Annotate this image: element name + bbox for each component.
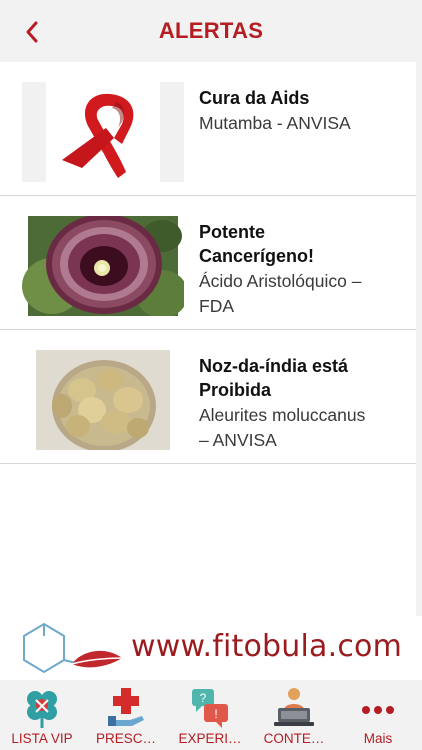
alert-source-line: Ácido Aristolóquico – [199, 271, 362, 291]
tab-label: CONTE… [263, 731, 325, 746]
alert-source-line: Aleurites moluccanus [199, 405, 366, 425]
alert-source-line: FDA [199, 296, 234, 316]
tab-label: PRESC… [95, 731, 156, 746]
fitobula-logo-icon [23, 622, 123, 674]
tab-bar: LISTA VIP PRESC… ? ! EXPERI… CONTE… Mais [0, 680, 422, 750]
alert-source-line: – ANVISA [199, 430, 277, 450]
svg-text:!: ! [214, 707, 217, 721]
laptop-user-icon [274, 688, 314, 726]
alert-item-carcinogen[interactable]: Potente Cancerígeno! Ácido Aristolóquico… [0, 196, 416, 330]
nuts-jar-image [22, 350, 184, 450]
tab-conteudo[interactable]: CONTE… [252, 680, 336, 750]
tab-label: LISTA VIP [11, 731, 73, 746]
alert-source: Mutamba - ANVISA [199, 113, 351, 133]
alerts-list: Cura da Aids Mutamba - ANVISA Potente Ca… [0, 62, 416, 616]
page-title: ALERTAS [158, 18, 264, 43]
chat-bubbles-icon: ? ! [192, 689, 228, 728]
prescription-icon [108, 688, 144, 726]
alert-title: Potente Cancerígeno! [199, 220, 404, 268]
nav-header: ALERTAS [0, 0, 422, 62]
fitobula-banner[interactable]: www.fitobula.com [0, 616, 422, 680]
alert-title-line: Noz-da-índia está [199, 356, 349, 376]
tab-label: EXPERI… [178, 731, 242, 746]
aristolochia-flower-image [22, 216, 184, 316]
alert-item-noz-da-india[interactable]: Noz-da-índia está Proibida Aleurites mol… [0, 330, 416, 464]
svg-text:?: ? [200, 691, 207, 705]
tab-prescricao[interactable]: PRESC… [84, 680, 168, 750]
alert-source: Ácido Aristolóquico – FDA [199, 269, 404, 319]
alert-title-line: Proibida [199, 380, 272, 400]
alert-title: Noz-da-índia está Proibida [199, 354, 404, 402]
tab-label: Mais [363, 731, 393, 746]
alert-title-line: Potente [199, 222, 266, 242]
alerts-screen: ALERTAS Cura da Aids Mutamba - ANVISA Po… [0, 0, 422, 750]
more-dots-icon [362, 706, 394, 714]
alert-source: Aleurites moluccanus – ANVISA [199, 403, 404, 453]
red-ribbon-image [22, 82, 184, 182]
alert-title: Cura da Aids [199, 88, 310, 108]
tab-lista-vip[interactable]: LISTA VIP [0, 680, 84, 750]
banner-url: www.fitobula.com [131, 629, 402, 664]
tab-mais[interactable]: Mais [336, 680, 420, 750]
clover-icon [27, 691, 57, 728]
alert-item-aids[interactable]: Cura da Aids Mutamba - ANVISA [0, 62, 416, 196]
tab-experiencias[interactable]: ? ! EXPERI… [168, 680, 252, 750]
alert-title-line: Cancerígeno! [199, 246, 315, 266]
